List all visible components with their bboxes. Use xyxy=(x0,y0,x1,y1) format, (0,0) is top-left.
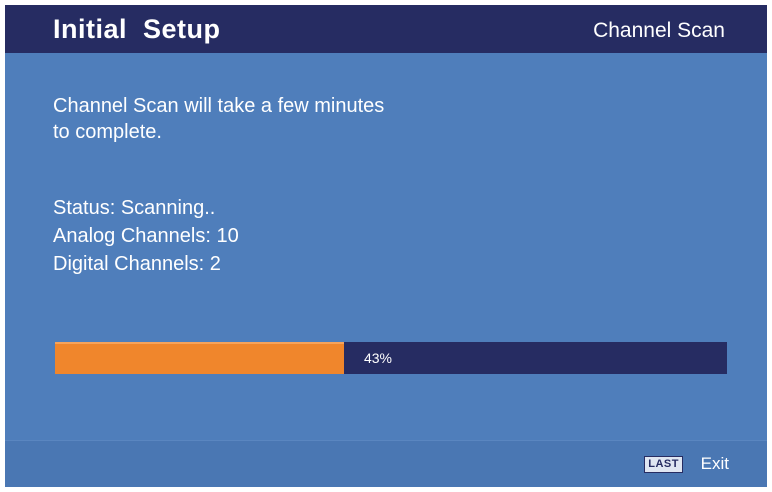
header-bar: Initial Setup Channel Scan xyxy=(5,5,767,53)
message-line-1: Channel Scan will take a few minutes xyxy=(53,95,385,117)
scan-status: Status: Scanning.. Analog Channels: 10 D… xyxy=(53,194,239,278)
exit-button[interactable]: Exit xyxy=(701,454,729,474)
scan-message: Channel Scan will take a few minutes to … xyxy=(53,93,384,145)
progress-percent: 43% xyxy=(363,350,392,366)
message-line-2: to complete. xyxy=(53,121,162,143)
footer-bar: LAST Exit xyxy=(5,440,767,487)
setup-screen: Initial Setup Channel Scan Channel Scan … xyxy=(5,5,767,487)
page-title: Initial Setup xyxy=(53,14,221,44)
scan-progress-bar: 43% xyxy=(55,342,727,374)
status-text: Status: Scanning.. xyxy=(53,197,216,219)
progress-fill xyxy=(55,342,344,374)
section-title: Channel Scan xyxy=(593,19,725,42)
digital-channels-count: Digital Channels: 2 xyxy=(53,253,221,275)
last-key-icon: LAST xyxy=(644,456,683,473)
analog-channels-count: Analog Channels: 10 xyxy=(53,225,239,247)
